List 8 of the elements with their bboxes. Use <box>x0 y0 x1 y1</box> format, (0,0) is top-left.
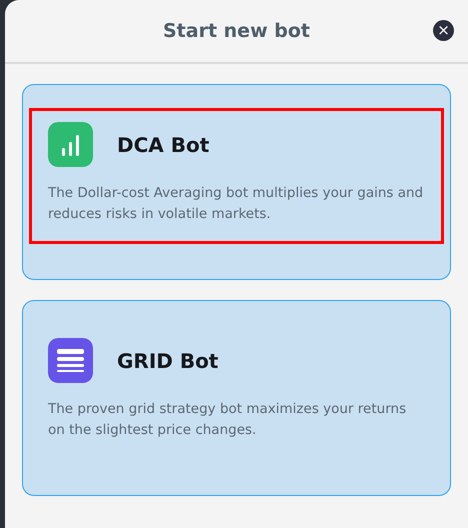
close-button[interactable]: × <box>433 20 454 41</box>
bot-card[interactable]: GRID Bot The proven grid strategy bot maximizes your returns on the slightest price changes. <box>22 300 451 496</box>
bot-description: The Dollar-cost Averaging bot multiplies your gains and reduces risks in volatile markets. <box>48 184 424 224</box>
bot-card[interactable]: DCA Bot The Dollar-cost Averaging bot multiplies your gains and reduces risks in volatile markets. <box>22 84 451 280</box>
dialog-title: Start new bot <box>163 18 310 44</box>
bot-title: GRID Bot <box>117 348 218 374</box>
bot-description: The proven grid strategy bot maximizes your returns on the slightest price changes. <box>48 400 408 440</box>
bot-title: DCA Bot <box>117 132 210 158</box>
